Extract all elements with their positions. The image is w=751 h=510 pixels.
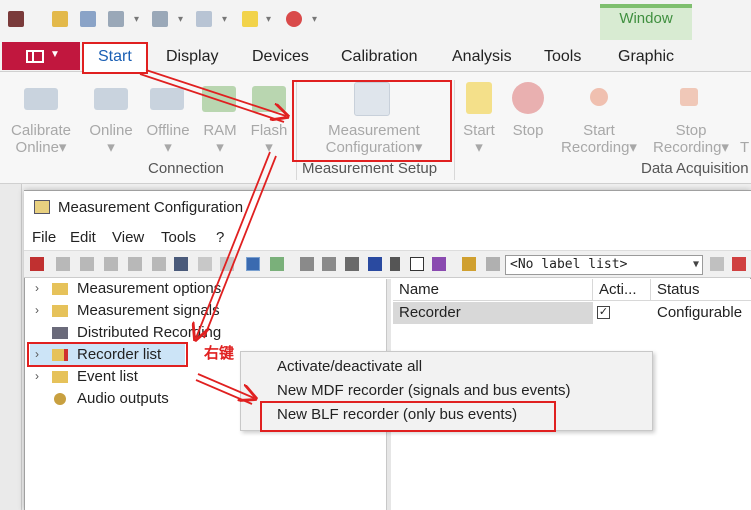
arrow-config-to-recorder [196, 151, 271, 338]
arrow-config-to-recorder-outline [203, 155, 277, 339]
arrow-recorder-to-blf-outline [195, 379, 253, 405]
annotation-arrows [139, 69, 751, 405]
arrow-start-to-config [145, 69, 286, 116]
arrow-start-to-config-outline [139, 73, 285, 123]
arrow-recorder-to-blf [197, 373, 254, 398]
